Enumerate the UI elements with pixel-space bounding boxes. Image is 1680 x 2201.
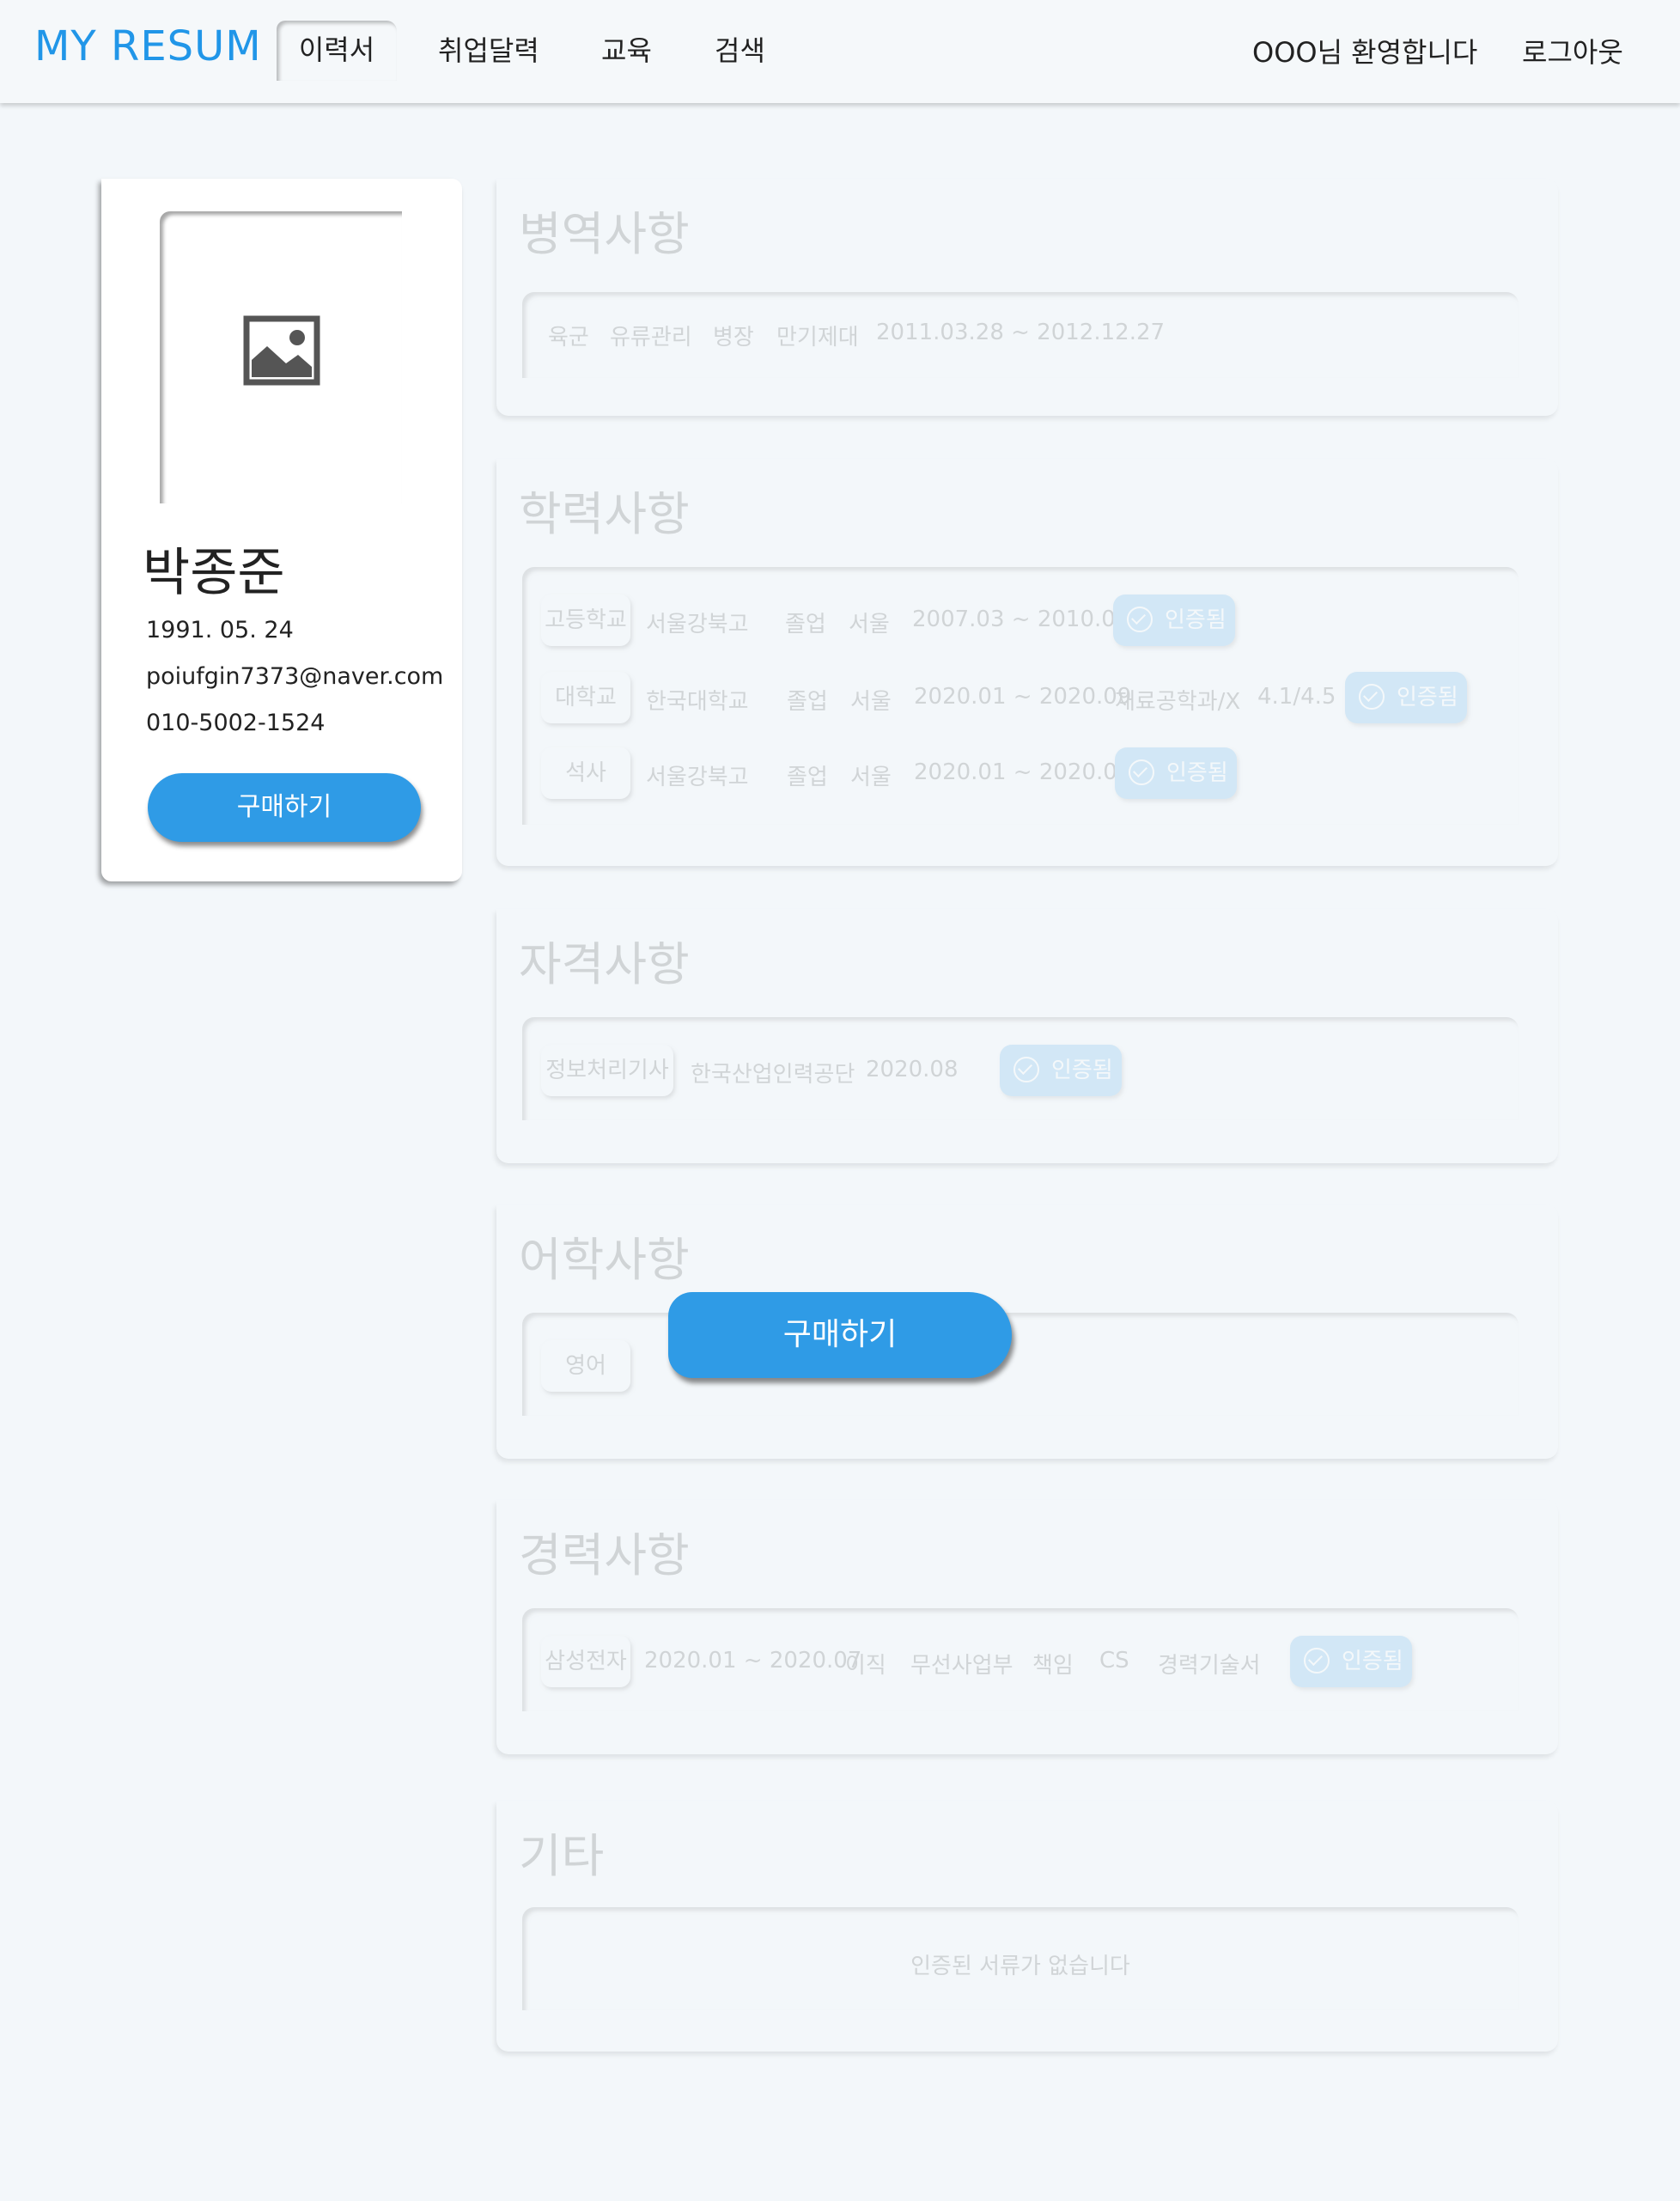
education-region: 서울 (850, 765, 892, 790)
education-region: 서울 (850, 689, 892, 715)
education-status: 졸업 (787, 765, 828, 790)
welcome-message: OOO님 환영합니다 (1252, 36, 1478, 69)
certificate-date: 2020.08 (866, 1057, 959, 1082)
profile-email: poiufgin7373@naver.com (146, 663, 444, 690)
profile-photo (160, 211, 402, 503)
education-row: 대학교 한국대학교 졸업 서울 2020.01 ~ 2020.09 재료공학과/… (522, 672, 1519, 723)
military-record: 육군 유류관리 병장 만기제대 2011.03.28 ~ 2012.12.27 (522, 292, 1519, 378)
certificate-issuer: 한국산업인력공단 (691, 1062, 855, 1088)
language-section: 어학사항 영어 (496, 1204, 1558, 1459)
career-rank: 책임 (1032, 1653, 1074, 1679)
career-section: 경력사항 삼성전자 2020.01 ~ 2020.07 이직 무선사업부 책임 … (496, 1500, 1558, 1754)
check-circle-icon (1359, 684, 1385, 710)
badge-label: 인증됨 (1166, 760, 1228, 786)
certificates-section: 자격사항 정보처리기사 한국산업인력공단 2020.08 인증됨 (496, 909, 1558, 1163)
military-specialty: 유류관리 (610, 325, 692, 351)
verified-badge: 인증됨 (1000, 1045, 1122, 1096)
education-period: 2020.01 ~ 2020.09 (914, 759, 1132, 785)
education-level: 고등학교 (541, 594, 630, 646)
education-school: 서울강북고 (646, 612, 749, 637)
education-level: 석사 (541, 747, 630, 799)
career-row: 삼성전자 2020.01 ~ 2020.07 이직 무선사업부 책임 CS 경력… (522, 1636, 1519, 1687)
top-navbar: MY RESUM 이력서 취업달력 교육 검색 OOO님 환영합니다 로그아웃 (0, 0, 1680, 103)
tab-job-calendar[interactable]: 취업달력 (438, 29, 539, 69)
section-title: 병역사항 (519, 207, 690, 261)
career-list: 삼성전자 2020.01 ~ 2020.07 이직 무선사업부 책임 CS 경력… (522, 1608, 1519, 1711)
career-period: 2020.01 ~ 2020.07 (644, 1648, 862, 1674)
etc-list: 인증된 서류가 없습니다 (522, 1907, 1519, 2010)
education-level: 대학교 (541, 672, 630, 723)
tab-search[interactable]: 검색 (715, 29, 765, 69)
military-branch: 육군 (548, 325, 589, 351)
education-status: 졸업 (785, 612, 826, 637)
profile-phone: 010-5002-1524 (146, 710, 326, 736)
profile-card: 박종준 1991. 05. 24 poiufgin7373@naver.com … (101, 179, 462, 881)
profile-name: 박종준 (143, 543, 285, 603)
certificate-row: 정보처리기사 한국산업인력공단 2020.08 인증됨 (522, 1045, 1519, 1096)
verified-badge: 인증됨 (1290, 1636, 1412, 1687)
language-name: 영어 (541, 1340, 630, 1392)
certificate-name: 정보처리기사 (541, 1045, 673, 1096)
certificates-list: 정보처리기사 한국산업인력공단 2020.08 인증됨 (522, 1017, 1519, 1120)
badge-label: 인증됨 (1051, 1058, 1113, 1083)
career-document: 경력기술서 (1158, 1653, 1261, 1679)
tab-resume[interactable]: 이력서 (277, 21, 397, 81)
education-row: 고등학교 서울강북고 졸업 서울 2007.03 ~ 2010.02 인증됨 (522, 594, 1519, 646)
check-circle-icon (1304, 1648, 1330, 1674)
section-title: 어학사항 (519, 1233, 690, 1287)
empty-message: 인증된 서류가 없습니다 (910, 1954, 1130, 1979)
verified-badge: 인증됨 (1345, 672, 1467, 723)
career-company: 삼성전자 (541, 1636, 630, 1687)
buy-button[interactable]: 구매하기 (148, 773, 421, 842)
badge-label: 인증됨 (1165, 607, 1227, 633)
education-region: 서울 (849, 612, 890, 637)
check-circle-icon (1127, 607, 1153, 632)
etc-section: 기타 인증된 서류가 없습니다 (496, 1801, 1558, 2052)
check-circle-icon (1013, 1057, 1039, 1082)
career-status: 이직 (845, 1653, 886, 1679)
section-title: 경력사항 (519, 1528, 690, 1582)
badge-label: 인증됨 (1397, 685, 1458, 710)
military-rank: 병장 (713, 325, 754, 351)
military-section: 병역사항 육군 유류관리 병장 만기제대 2011.03.28 ~ 2012.1… (496, 179, 1558, 416)
section-title: 학력사항 (519, 487, 690, 541)
education-school: 서울강북고 (646, 765, 749, 790)
section-title: 자격사항 (519, 937, 690, 991)
military-period: 2011.03.28 ~ 2012.12.27 (876, 320, 1166, 345)
profile-birthdate: 1991. 05. 24 (146, 617, 294, 643)
education-period: 2020.01 ~ 2020.09 (914, 684, 1132, 710)
check-circle-icon (1129, 759, 1154, 785)
education-gpa: 4.1/4.5 (1257, 684, 1336, 710)
buy-overlay-button[interactable]: 구매하기 (668, 1292, 1012, 1378)
education-list: 고등학교 서울강북고 졸업 서울 2007.03 ~ 2010.02 인증됨 대… (522, 567, 1519, 825)
tab-education[interactable]: 교육 (601, 29, 652, 69)
education-major: 재료공학과/X (1115, 689, 1241, 715)
career-duty: CS (1099, 1648, 1129, 1674)
verified-badge: 인증됨 (1115, 747, 1237, 799)
career-department: 무선사업부 (910, 1653, 1013, 1679)
logo[interactable]: MY RESUM (34, 22, 262, 70)
badge-label: 인증됨 (1342, 1649, 1403, 1674)
education-status: 졸업 (787, 689, 828, 715)
education-row: 석사 서울강북고 졸업 서울 2020.01 ~ 2020.09 인증됨 (522, 747, 1519, 799)
verified-badge: 인증됨 (1113, 594, 1235, 646)
education-school: 한국대학교 (646, 689, 749, 715)
military-discharge: 만기제대 (776, 325, 859, 351)
logout-link[interactable]: 로그아웃 (1522, 31, 1623, 70)
education-period: 2007.03 ~ 2010.02 (912, 607, 1130, 632)
education-section: 학력사항 고등학교 서울강북고 졸업 서울 2007.03 ~ 2010.02 … (496, 459, 1558, 866)
section-title: 기타 (519, 1829, 605, 1883)
image-placeholder-icon (243, 315, 320, 386)
